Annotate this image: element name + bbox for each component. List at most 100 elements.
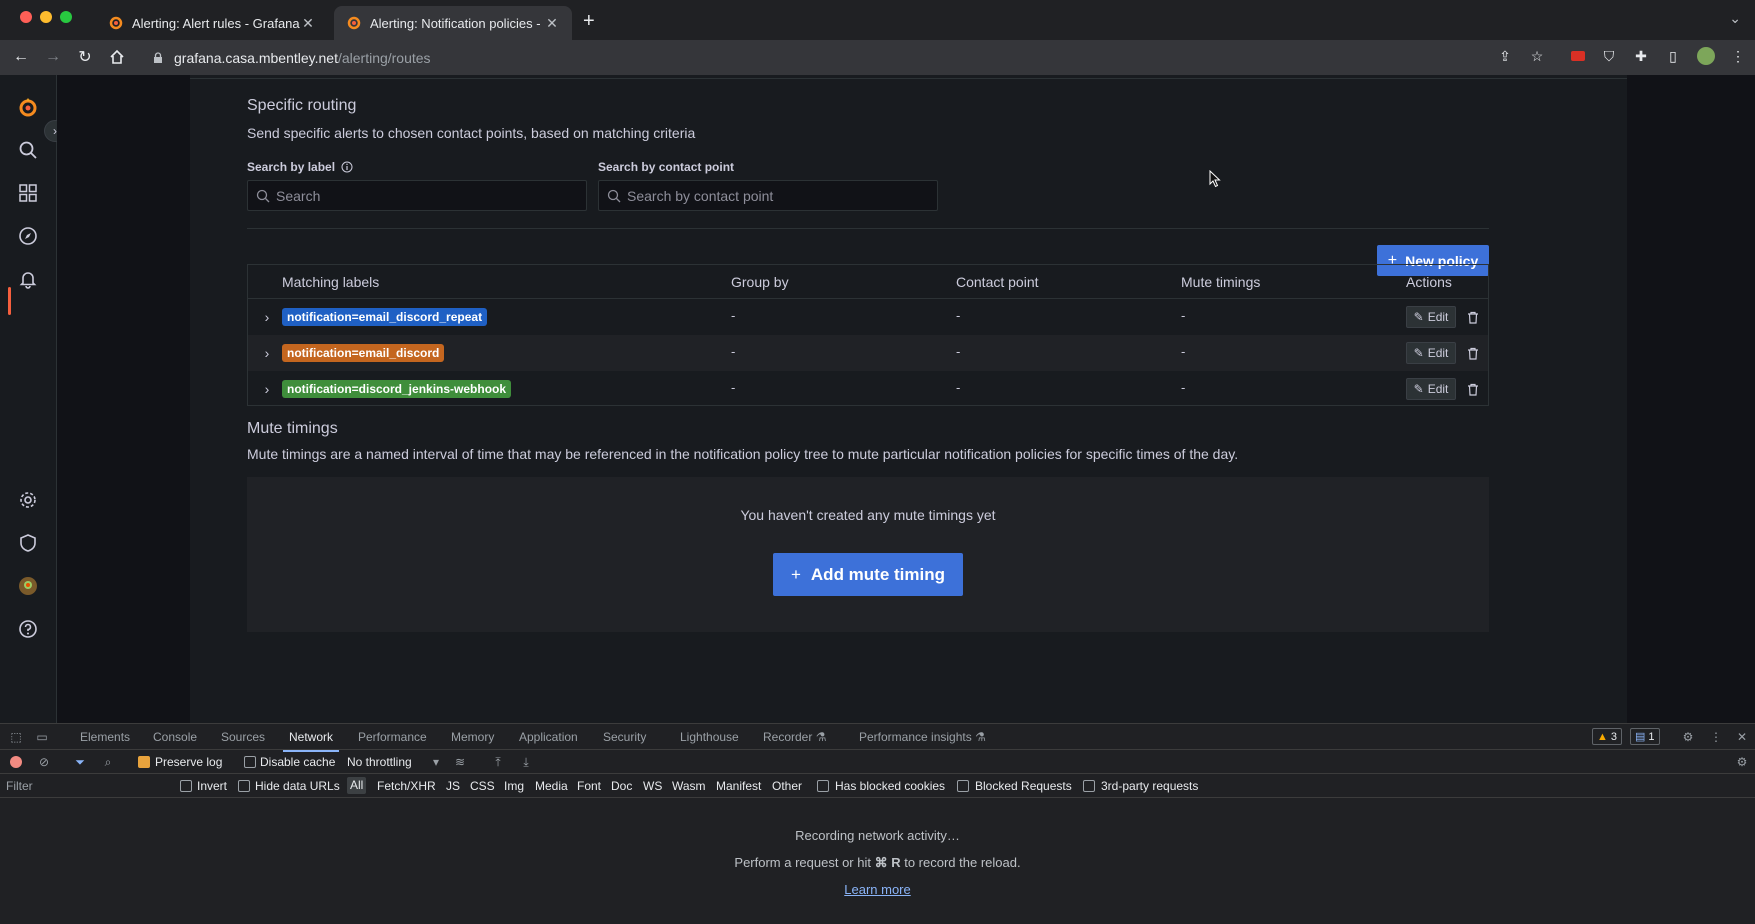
- third-party-requests-checkbox[interactable]: [1083, 780, 1095, 792]
- close-window-button[interactable]: [20, 11, 32, 23]
- configuration-gear-icon[interactable]: [17, 489, 39, 511]
- disable-cache-checkbox[interactable]: [244, 756, 256, 768]
- ublock-shield-icon[interactable]: ⛉: [1599, 46, 1619, 66]
- learn-more-link[interactable]: Learn more: [844, 882, 910, 897]
- preserve-log-checkbox[interactable]: [138, 756, 150, 768]
- blocked-requests-checkbox[interactable]: [957, 780, 969, 792]
- inspect-element-icon[interactable]: ⬚: [8, 729, 24, 745]
- devtools-more-menu-icon[interactable]: ⋮: [1708, 729, 1724, 745]
- filter-funnel-icon[interactable]: ⏷: [72, 754, 88, 770]
- home-button[interactable]: [106, 46, 128, 68]
- filter-type-font[interactable]: Font: [577, 779, 601, 793]
- bookmark-star-icon[interactable]: ☆: [1527, 46, 1547, 66]
- devtools-tab-lighthouse[interactable]: Lighthouse: [680, 730, 739, 744]
- info-icon[interactable]: [341, 161, 353, 173]
- alerting-bell-icon[interactable]: [17, 268, 39, 290]
- filter-type-all[interactable]: All: [347, 777, 367, 794]
- filter-type-wasm[interactable]: Wasm: [672, 779, 706, 793]
- delete-trash-icon[interactable]: [1464, 380, 1482, 398]
- hide-data-urls-checkbox[interactable]: [238, 780, 250, 792]
- mute-timings-title: Mute timings: [247, 420, 338, 437]
- devtools-tab-elements[interactable]: Elements: [80, 730, 130, 744]
- close-tab-icon[interactable]: ✕: [300, 15, 316, 32]
- throttling-select[interactable]: No throttling ▾: [347, 755, 439, 769]
- devtools-tab-security[interactable]: Security: [603, 730, 646, 744]
- third-party-requests-label: 3rd-party requests: [1101, 779, 1199, 793]
- devtools-tab-application[interactable]: Application: [519, 730, 578, 744]
- edit-button[interactable]: ✎ Edit: [1406, 378, 1456, 400]
- export-har-download-icon[interactable]: ⤓: [518, 754, 534, 770]
- filter-type-doc[interactable]: Doc: [611, 779, 632, 793]
- devtools-tab-console[interactable]: Console: [153, 730, 197, 744]
- devtools-settings-gear-icon[interactable]: ⚙: [1680, 729, 1696, 745]
- profile-avatar[interactable]: [1696, 46, 1716, 66]
- server-admin-shield-icon[interactable]: [17, 532, 39, 554]
- warnings-badge[interactable]: ▲ 3: [1592, 728, 1623, 745]
- devtools-tab-sources[interactable]: Sources: [221, 730, 265, 744]
- filter-type-img[interactable]: Img: [504, 779, 524, 793]
- messages-badge[interactable]: ▤ 1: [1630, 728, 1660, 745]
- filter-type-css[interactable]: CSS: [470, 779, 495, 793]
- filter-input[interactable]: Filter: [6, 779, 33, 793]
- devtools-tab-network[interactable]: Network: [282, 730, 340, 752]
- filter-type-fetch-xhr[interactable]: Fetch/XHR: [377, 779, 436, 793]
- edit-button[interactable]: ✎ Edit: [1406, 306, 1456, 328]
- group-by-value: -: [731, 380, 736, 395]
- clear-icon[interactable]: ⊘: [36, 754, 52, 770]
- devtools-tab-recorder[interactable]: Recorder ⚗: [763, 730, 826, 744]
- delete-trash-icon[interactable]: [1464, 308, 1482, 326]
- close-devtools-icon[interactable]: ✕: [1734, 729, 1750, 745]
- section-divider: [247, 228, 1489, 229]
- close-tab-icon[interactable]: ✕: [544, 15, 560, 32]
- tab-title: Alerting: Alert rules - Grafana: [132, 15, 300, 31]
- reload-button[interactable]: ↻: [74, 46, 96, 68]
- delete-trash-icon[interactable]: [1464, 344, 1482, 362]
- back-button[interactable]: ←: [10, 46, 32, 68]
- expand-row-chevron-icon[interactable]: ›: [260, 308, 274, 326]
- filter-type-media[interactable]: Media: [535, 779, 568, 793]
- filter-type-manifest[interactable]: Manifest: [716, 779, 761, 793]
- search-icon[interactable]: [17, 139, 39, 161]
- browser-tab-alert-rules[interactable]: Alerting: Alert rules - Grafana ✕: [96, 6, 328, 40]
- filter-type-ws[interactable]: WS: [643, 779, 662, 793]
- header-actions: Actions: [1406, 274, 1452, 290]
- search-by-contact-point-input[interactable]: [598, 180, 938, 211]
- new-tab-button[interactable]: +: [583, 10, 595, 33]
- maximize-window-button[interactable]: [60, 11, 72, 23]
- expand-row-chevron-icon[interactable]: ›: [260, 344, 274, 362]
- network-conditions-wifi-icon[interactable]: ≋: [452, 754, 468, 770]
- explore-compass-icon[interactable]: [17, 225, 39, 247]
- browser-tab-notification-policies[interactable]: Alerting: Notification policies - ✕: [334, 6, 572, 40]
- filter-type-other[interactable]: Other: [772, 779, 802, 793]
- minimize-window-button[interactable]: [40, 11, 52, 23]
- extension-badge-icon[interactable]: [1568, 46, 1588, 66]
- side-panel-icon[interactable]: ▯: [1663, 46, 1683, 66]
- search-by-contact-point-field[interactable]: [627, 181, 933, 210]
- user-avatar[interactable]: [17, 575, 39, 597]
- filter-type-js[interactable]: JS: [446, 779, 460, 793]
- devtools-tab-performance[interactable]: Performance: [358, 730, 427, 744]
- grafana-logo-icon[interactable]: [17, 96, 39, 118]
- edit-button[interactable]: ✎ Edit: [1406, 342, 1456, 364]
- invert-checkbox[interactable]: [180, 780, 192, 792]
- devtools-tab-performance-insights[interactable]: Performance insights ⚗: [859, 730, 986, 744]
- dashboards-grid-icon[interactable]: [17, 182, 39, 204]
- has-blocked-cookies-checkbox[interactable]: [817, 780, 829, 792]
- tab-search-chevron-icon[interactable]: ⌄: [1729, 10, 1741, 27]
- expand-row-chevron-icon[interactable]: ›: [260, 380, 274, 398]
- import-har-upload-icon[interactable]: ⤒: [490, 754, 506, 770]
- help-icon[interactable]: [17, 618, 39, 640]
- search-icon[interactable]: ⌕: [100, 754, 116, 770]
- browser-menu-icon[interactable]: ⋮: [1728, 46, 1748, 66]
- devtools-tab-memory[interactable]: Memory: [451, 730, 494, 744]
- add-mute-timing-button[interactable]: + Add mute timing: [773, 553, 963, 596]
- forward-button[interactable]: →: [42, 46, 64, 68]
- search-by-label-field[interactable]: [276, 181, 582, 210]
- device-toolbar-icon[interactable]: ▭: [34, 729, 50, 745]
- share-icon[interactable]: ⇪: [1495, 46, 1515, 66]
- record-button[interactable]: [8, 754, 24, 770]
- extensions-puzzle-icon[interactable]: ✚: [1631, 46, 1651, 66]
- search-by-label-input[interactable]: [247, 180, 587, 211]
- blocked-requests-label: Blocked Requests: [975, 779, 1072, 793]
- network-settings-gear-icon[interactable]: ⚙: [1734, 754, 1750, 770]
